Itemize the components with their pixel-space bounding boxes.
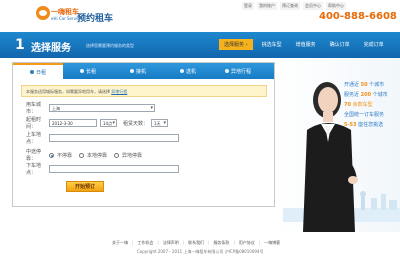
pickup-row: 上车地点： (26, 131, 179, 145)
step-complete: 完成订单 (363, 42, 384, 48)
start-date-input[interactable]: 2012-3-30 (49, 119, 97, 127)
step-progress: 选择服务 › 挑选车型 增值服务 确认订单 完成订单 (219, 39, 389, 50)
footer-link-contact[interactable]: 联系我们 (188, 240, 209, 246)
tab-daily-rent[interactable]: 日租 (13, 63, 63, 79)
radio-no-stop[interactable] (49, 152, 54, 158)
tab-label: 送机 (185, 68, 196, 75)
plane-icon (129, 69, 134, 73)
footer-link-terms[interactable]: 服务条款 (213, 240, 234, 246)
ehi-logo[interactable]: 一嗨租车 eHi Car Service (36, 6, 82, 26)
order-lookup-link[interactable]: 预订查询 (280, 2, 300, 10)
step-select-service: 选择服务 › (219, 39, 253, 50)
service-step-bar: 1 选择服务 选择您需要预约服务的类型 选择服务 › 挑选车型 增值服务 确认订… (0, 32, 400, 58)
top-header: 一嗨租车 eHi Car Service 预约租车 登录 我的账户 预订查询 会… (0, 0, 400, 32)
stat-line: 全国统一订车服务 (344, 112, 385, 118)
tab-airport-pickup[interactable]: 接机 (113, 63, 163, 79)
car-icon (29, 70, 34, 74)
via-label: 中途停靠： (26, 149, 42, 162)
login-link[interactable]: 登录 (242, 2, 254, 10)
tab-label: 异地行程 (230, 68, 251, 75)
route-icon (224, 69, 229, 73)
hotline-number: 400-888-6608 (319, 11, 397, 22)
via-row: 中途停靠： 不停靠 本地停靠 异地停靠 (26, 148, 146, 162)
radio-local-stop[interactable] (79, 152, 85, 158)
footer-link-jobs[interactable]: 工作机会 (137, 240, 158, 246)
step-number: 1 (15, 37, 25, 53)
tab-label: 长租 (85, 68, 96, 75)
copyright-text: Copyright 2007 - 2011 上海一嗨租车有限公司 沪ICP备08… (137, 249, 264, 254)
tab-label: 日租 (35, 69, 46, 76)
tab-label: 接机 (135, 68, 146, 75)
pickup-input[interactable] (49, 134, 179, 142)
dropoff-row: 下车地点： (26, 162, 179, 176)
utility-links: 登录 我的账户 预订查询 会员中心 帮助中心 (242, 2, 346, 10)
plane-icon (179, 69, 184, 73)
city-select[interactable]: 上海 (49, 104, 155, 112)
hero-banner: 开通近 50 个城市 服务近 200 个城市 70 余款车型 全国统一订车服务 … (283, 58, 400, 232)
days-label: 租赁天数： (123, 120, 149, 127)
tab-long-rent[interactable]: 长租 (63, 63, 113, 79)
start-hour-select[interactable]: 14点 (100, 119, 117, 127)
step-pick-model: 挑选车型 (261, 42, 282, 48)
notice-link[interactable]: 异地行程 (111, 89, 127, 94)
footer-link-about[interactable]: 关于一嗨 (112, 240, 133, 246)
start-label: 起租时间： (26, 117, 42, 130)
my-account-link[interactable]: 我的账户 (257, 2, 277, 10)
service-title: 选择服务 (31, 43, 71, 54)
city-label: 用车城市： (26, 102, 42, 115)
logo-mark-icon (36, 6, 50, 20)
page-title: 预约租车 (77, 14, 114, 24)
radio-no-stop-label: 不停靠 (57, 152, 73, 159)
stat-line: 5-53 座任您挑选 (344, 122, 384, 128)
footer-link-blog[interactable]: 一嗨博客 (264, 240, 280, 246)
days-select[interactable]: 1天 (151, 119, 169, 127)
start-booking-button[interactable]: 开始预订 (66, 181, 104, 192)
dropoff-label: 下车地点： (26, 163, 42, 176)
pickup-label: 上车地点： (26, 132, 42, 145)
radio-local-stop-label: 本地停靠 (87, 152, 108, 159)
tab-intercity[interactable]: 异地行程 (213, 63, 263, 79)
step-addons: 增值服务 (295, 42, 316, 48)
footer-links: 关于一嗨 工作机会 法律声明 联系我们 服务条款 用户协议 一嗨博客 (112, 240, 280, 246)
footer-link-legal[interactable]: 法律声明 (163, 240, 184, 246)
stat-line: 开通近 50 个城市 (344, 82, 385, 88)
stat-line: 服务近 200 个城市 (344, 92, 388, 98)
city-row: 用车城市： 上海 (26, 101, 155, 115)
notice-text: 本服务适用城际服务，如需要异地用车，请选择 (26, 89, 110, 94)
radio-remote-stop-label: 异地停靠 (122, 152, 143, 159)
tab-airport-dropoff[interactable]: 送机 (163, 63, 213, 79)
car-icon (79, 69, 84, 73)
radio-remote-stop[interactable] (114, 152, 120, 158)
member-center-link[interactable]: 会员中心 (303, 2, 323, 10)
notice-banner: 本服务适用城际服务，如需要异地用车，请选择 异地行程 (21, 85, 267, 97)
service-tabs: 日租 长租 接机 送机 异地行程 (13, 63, 274, 79)
start-time-row: 起租时间： 2012-3-30 14点 租赁天数： 1天 (26, 116, 169, 130)
service-hint: 选择您需要预约服务的类型 (86, 43, 134, 48)
dropoff-input[interactable] (49, 165, 179, 173)
hero-stats: 开通近 50 个城市 服务近 200 个城市 70 余款车型 全国统一订车服务 … (344, 80, 400, 130)
help-center-link[interactable]: 帮助中心 (326, 2, 346, 10)
footer-link-agreement[interactable]: 用户协议 (239, 240, 260, 246)
step-confirm: 确认订单 (329, 42, 350, 48)
stat-line: 70 余款车型 (344, 102, 373, 108)
